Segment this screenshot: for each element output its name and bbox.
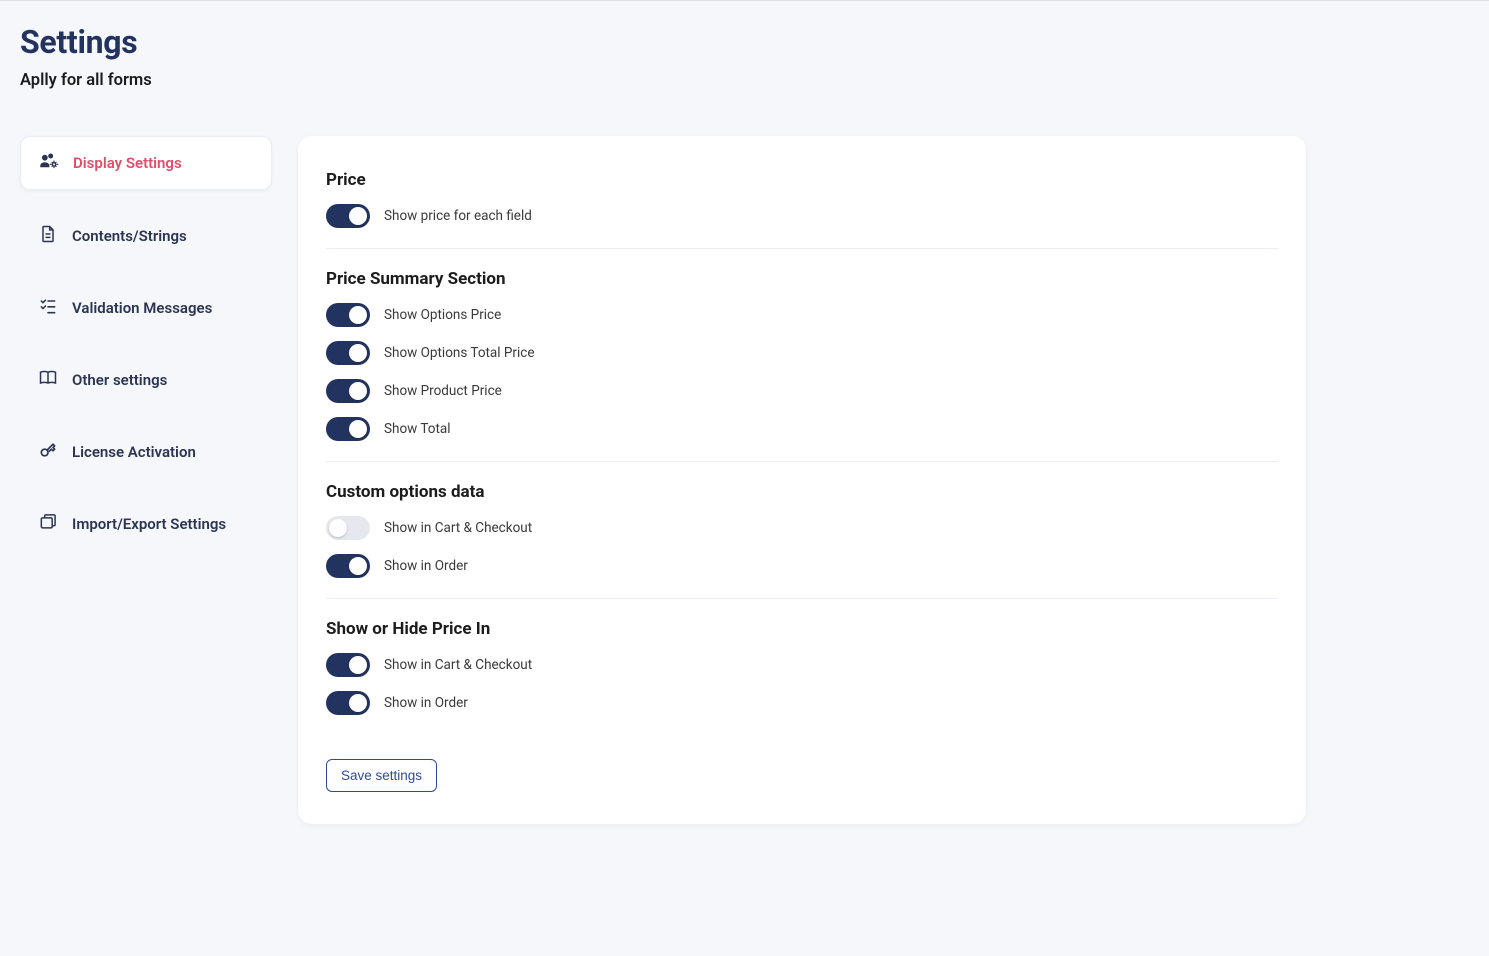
document-icon (38, 224, 58, 248)
toggle-label: Show Product Price (384, 383, 502, 399)
group-title: Price Summary Section (326, 269, 1278, 289)
sidebar-item-validation-messages[interactable]: Validation Messages (20, 282, 272, 334)
toggle-label: Show in Order (384, 558, 468, 574)
book-icon (38, 368, 58, 392)
setting-row: Show Options Price (326, 303, 1278, 327)
setting-row: Show in Order (326, 554, 1278, 578)
toggle-label: Show Total (384, 421, 451, 437)
sidebar-item-label: Other settings (72, 371, 167, 389)
toggle-label: Show in Cart & Checkout (384, 657, 532, 673)
windows-icon (38, 512, 58, 536)
toggle-price-show-order[interactable] (326, 691, 370, 715)
toggle-label: Show in Order (384, 695, 468, 711)
settings-sidebar: Display Settings Contents/Strings Valida… (20, 136, 272, 824)
sidebar-item-license-activation[interactable]: License Activation (20, 426, 272, 478)
sidebar-item-label: License Activation (72, 443, 196, 461)
toggle-show-options-price[interactable] (326, 303, 370, 327)
sidebar-item-display-settings[interactable]: Display Settings (20, 136, 272, 190)
key-icon (38, 440, 58, 464)
toggle-label: Show Options Price (384, 307, 501, 323)
toggle-label: Show price for each field (384, 208, 532, 224)
setting-row: Show in Cart & Checkout (326, 653, 1278, 677)
group-price-summary: Price Summary Section Show Options Price… (326, 248, 1278, 461)
setting-row: Show price for each field (326, 204, 1278, 228)
group-title: Custom options data (326, 482, 1278, 502)
group-custom-options-data: Custom options data Show in Cart & Check… (326, 461, 1278, 598)
toggle-show-price-each-field[interactable] (326, 204, 370, 228)
group-price: Price Show price for each field (326, 164, 1278, 248)
toggle-show-product-price[interactable] (326, 379, 370, 403)
setting-row: Show Total (326, 417, 1278, 441)
users-gear-icon (39, 151, 59, 175)
sidebar-item-label: Validation Messages (72, 299, 212, 317)
group-title: Price (326, 170, 1278, 190)
group-title: Show or Hide Price In (326, 619, 1278, 639)
toggle-label: Show in Cart & Checkout (384, 520, 532, 536)
settings-panel: Price Show price for each field Price Su… (298, 136, 1306, 824)
sidebar-item-label: Contents/Strings (72, 227, 187, 245)
toggle-custom-show-cart-checkout[interactable] (326, 516, 370, 540)
sidebar-item-label: Import/Export Settings (72, 515, 226, 533)
page-title: Settings (20, 23, 1469, 61)
toggle-price-show-cart-checkout[interactable] (326, 653, 370, 677)
checklist-icon (38, 296, 58, 320)
toggle-label: Show Options Total Price (384, 345, 535, 361)
page-subtitle: Aplly for all forms (20, 71, 1469, 90)
toggle-show-options-total-price[interactable] (326, 341, 370, 365)
setting-row: Show Options Total Price (326, 341, 1278, 365)
toggle-show-total[interactable] (326, 417, 370, 441)
setting-row: Show in Cart & Checkout (326, 516, 1278, 540)
save-settings-button[interactable]: Save settings (326, 759, 437, 792)
sidebar-item-contents-strings[interactable]: Contents/Strings (20, 210, 272, 262)
toggle-custom-show-order[interactable] (326, 554, 370, 578)
setting-row: Show in Order (326, 691, 1278, 715)
sidebar-item-other-settings[interactable]: Other settings (20, 354, 272, 406)
sidebar-item-import-export[interactable]: Import/Export Settings (20, 498, 272, 550)
group-show-hide-price-in: Show or Hide Price In Show in Cart & Che… (326, 598, 1278, 735)
setting-row: Show Product Price (326, 379, 1278, 403)
sidebar-item-label: Display Settings (73, 154, 182, 172)
